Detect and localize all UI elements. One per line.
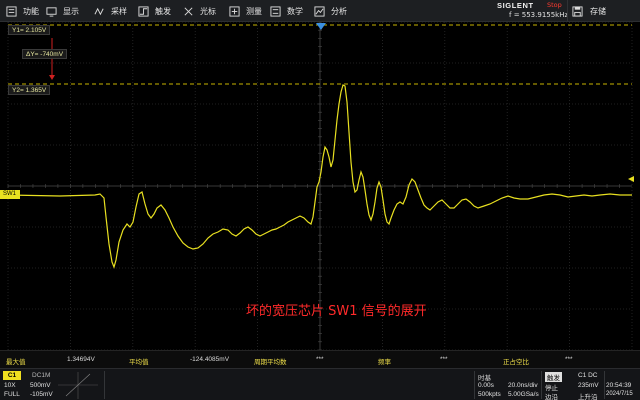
menu-acquire[interactable]: 采样	[94, 0, 127, 22]
annotation-text: 坏的宽压芯片 SW1 信号的展开	[246, 304, 427, 319]
cursor-delta-label: ΔY= -740mV	[22, 49, 68, 59]
channel1-probe: 10X	[4, 382, 16, 389]
measurement-bar: 最大值 1.34694V 平均值 -124.4085mV 周期平均数 *** 频…	[0, 350, 640, 368]
cursor-y2-label: Y2= 1.365V	[8, 85, 51, 95]
save-icon	[572, 5, 583, 17]
clock-time: 20:54:39	[606, 382, 632, 389]
timebase-scale: 20.0ns/div	[508, 382, 538, 389]
clock-date: 2024/7/15	[606, 391, 633, 397]
menu-math[interactable]: 数学	[270, 0, 303, 22]
menu-function[interactable]: 功能	[6, 0, 39, 22]
brand-logo: SIGLENT	[497, 1, 534, 10]
menu-measure[interactable]: 测量	[229, 0, 262, 22]
measure-icon	[229, 5, 240, 17]
channel1-volts-div: 500mV	[30, 382, 51, 389]
status-bar: C1 DC1M 10X 500mV FULL -105mV 时基 0.00s 2…	[0, 368, 640, 400]
acquire-icon	[94, 6, 105, 17]
channel1-bandwidth: FULL	[4, 391, 20, 398]
trigger-position-marker[interactable]	[316, 23, 326, 30]
math-icon	[270, 5, 281, 17]
channel1-offset-marker[interactable]: SW1	[0, 190, 20, 199]
display-icon	[46, 6, 57, 17]
trigger-slope: 上升沿	[578, 394, 598, 400]
menu-display[interactable]: 显示	[46, 0, 79, 22]
channel1-mini-graph	[58, 372, 98, 399]
measure-value-mean: -124.4085mV	[190, 356, 230, 363]
run-state-indicator[interactable]: Stop	[547, 1, 562, 9]
status-separator	[541, 371, 542, 399]
measure-label-period: 周期平均数	[254, 359, 287, 366]
measure-label-mean: 平均值	[129, 359, 149, 366]
channel1-coupling: DC1M	[32, 372, 51, 379]
measure-label-duty: 正占空比	[503, 359, 529, 366]
delta-y-arrowhead	[49, 75, 55, 80]
measure-label-freq: 频率	[378, 359, 391, 366]
trigger-frequency: f = 553.9155kHz	[509, 11, 569, 19]
measure-value-max: 1.34694V	[67, 356, 95, 363]
channel1-badge[interactable]: C1	[3, 371, 21, 380]
measure-value-period: ***	[316, 356, 324, 363]
menu-cursor[interactable]: 光标	[183, 0, 216, 22]
waveform-display[interactable]: Y1= 2.105V ΔY= -740mV Y2= 1.365V SW1 坏的宽…	[0, 22, 640, 350]
cursor-icon	[183, 6, 194, 17]
timebase-label[interactable]: 时基	[478, 372, 491, 382]
function-icon	[6, 5, 17, 17]
channel1-offset: -105mV	[30, 391, 53, 398]
top-menu-bar: 功能 显示 采样 触发 光标 测量 数学 分析 SIGLENT Stop f =…	[0, 0, 640, 22]
measure-label-max: 最大值	[6, 359, 26, 366]
sample-rate: 5.00GSa/s	[508, 391, 539, 398]
measure-value-duty: ***	[565, 356, 573, 363]
trigger-level-marker[interactable]	[628, 176, 634, 182]
cursor-y1-label: Y1= 2.105V	[8, 25, 51, 35]
analysis-icon	[314, 5, 325, 17]
menu-trigger[interactable]: 触发	[138, 0, 171, 22]
trigger-icon	[138, 5, 149, 17]
save-button[interactable]: 存储	[567, 0, 640, 22]
status-separator	[604, 371, 605, 399]
status-separator	[104, 371, 105, 399]
trigger-level: 235mV	[578, 382, 599, 389]
measure-value-freq: ***	[440, 356, 448, 363]
timebase-delay: 0.00s	[478, 382, 494, 389]
status-separator	[474, 371, 475, 399]
trigger-type: 边沿	[545, 394, 558, 400]
menu-analysis[interactable]: 分析	[314, 0, 347, 22]
memory-depth: 500kpts	[478, 391, 501, 398]
trigger-label[interactable]: 触发	[545, 372, 562, 382]
trigger-source: C1 DC	[578, 372, 598, 379]
